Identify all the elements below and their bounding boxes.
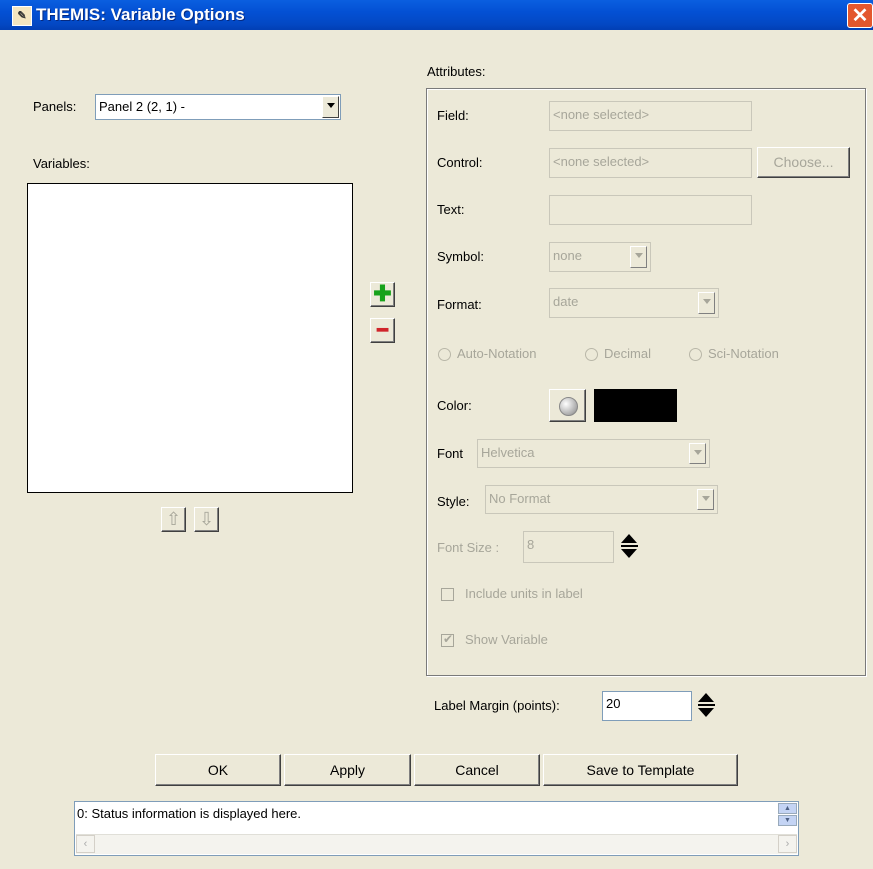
save-to-template-button[interactable]: Save to Template	[543, 754, 738, 786]
window-title: THEMIS: Variable Options	[36, 5, 245, 24]
apply-button[interactable]: Apply	[284, 754, 411, 786]
decimal-radio[interactable]	[585, 348, 598, 361]
format-label: Format:	[437, 297, 482, 312]
font-value: Helvetica	[481, 445, 535, 460]
title-bar[interactable]: ✎ THEMIS: Variable Options ✕	[0, 0, 873, 30]
font-size-input[interactable]: 8	[523, 531, 614, 563]
text-input[interactable]	[549, 195, 752, 225]
move-up-button[interactable]: ⇧	[161, 507, 186, 532]
control-label: Control:	[437, 155, 483, 170]
include-units-checkbox[interactable]	[441, 588, 454, 601]
minus-icon: ━	[377, 320, 388, 340]
color-swatch[interactable]	[594, 389, 677, 422]
spin-down-icon[interactable]	[621, 549, 637, 558]
text-label: Text:	[437, 202, 465, 217]
panels-dropdown[interactable]: Panel 2 (2, 1) -	[95, 94, 341, 120]
style-label: Style:	[437, 494, 470, 509]
chevron-down-icon[interactable]	[697, 489, 714, 510]
include-units-label: Include units in label	[465, 586, 583, 601]
spin-up-icon[interactable]	[698, 693, 714, 702]
move-down-button[interactable]: ⇩	[194, 507, 219, 532]
checkmark-icon: ✔	[443, 632, 454, 646]
symbol-dropdown[interactable]: none	[549, 242, 651, 272]
font-size-label: Font Size :	[437, 540, 500, 555]
font-dropdown[interactable]: Helvetica	[477, 439, 710, 468]
cancel-button[interactable]: Cancel	[414, 754, 540, 786]
spin-down-icon[interactable]	[698, 708, 714, 717]
label-margin-input[interactable]: 20	[602, 691, 692, 721]
choose-button[interactable]: Choose...	[757, 147, 850, 178]
panels-label: Panels:	[33, 99, 77, 114]
panels-selected-value: Panel 2 (2, 1) -	[99, 99, 185, 114]
color-label: Color:	[437, 398, 472, 413]
sci-notation-label: Sci-Notation	[708, 346, 779, 361]
arrow-up-icon: ⇧	[165, 509, 182, 529]
style-value: No Format	[489, 491, 551, 506]
show-variable-checkbox[interactable]: ✔	[441, 632, 454, 647]
symbol-value: none	[553, 248, 582, 263]
variables-listbox[interactable]	[27, 183, 353, 493]
control-input[interactable]: <none selected>	[549, 148, 752, 178]
scroll-down-icon[interactable]: ▼	[778, 815, 797, 826]
field-label: Field:	[437, 108, 469, 123]
format-value: date	[553, 294, 579, 309]
remove-variable-button[interactable]: ━	[370, 318, 395, 343]
close-button[interactable]: ✕	[847, 3, 873, 28]
variable-options-dialog: ✎ THEMIS: Variable Options ✕ Panels: Pan…	[0, 0, 873, 869]
auto-notation-label: Auto-Notation	[457, 346, 537, 361]
auto-notation-radio[interactable]	[438, 348, 451, 361]
symbol-label: Symbol:	[437, 249, 484, 264]
color-wheel-icon	[559, 397, 578, 416]
status-horizontal-scrollbar[interactable]: ‹ ›	[76, 834, 797, 854]
status-box: 0: Status information is displayed here.…	[74, 801, 799, 856]
scroll-right-icon[interactable]: ›	[778, 835, 797, 853]
variables-label: Variables:	[33, 156, 90, 171]
font-size-spinner[interactable]	[621, 532, 638, 562]
color-picker-button[interactable]	[549, 389, 586, 422]
label-margin-label: Label Margin (points):	[434, 698, 560, 713]
sci-notation-radio[interactable]	[689, 348, 702, 361]
scroll-up-icon[interactable]: ▲	[778, 803, 797, 814]
attributes-title: Attributes:	[427, 64, 486, 79]
format-dropdown[interactable]: date	[549, 288, 719, 318]
field-input[interactable]: <none selected>	[549, 101, 752, 131]
add-variable-button[interactable]: ✚	[370, 282, 395, 307]
chevron-down-icon[interactable]	[698, 292, 715, 314]
status-vertical-scrollbar[interactable]: ▲ ▼	[778, 803, 797, 837]
chevron-down-icon[interactable]	[689, 443, 706, 464]
chevron-down-icon[interactable]	[630, 246, 647, 268]
label-margin-spinner[interactable]	[698, 691, 715, 721]
plus-icon: ✚	[373, 281, 392, 306]
style-dropdown[interactable]: No Format	[485, 485, 718, 514]
font-label: Font	[437, 446, 464, 461]
spin-up-icon[interactable]	[621, 534, 637, 543]
arrow-down-icon: ⇩	[198, 509, 215, 529]
status-text: 0: Status information is displayed here.	[77, 806, 302, 821]
themis-app-icon: ✎	[12, 6, 32, 26]
decimal-label: Decimal	[604, 346, 651, 361]
show-variable-label: Show Variable	[465, 632, 548, 647]
chevron-down-icon[interactable]	[322, 96, 339, 118]
scroll-left-icon[interactable]: ‹	[76, 835, 95, 853]
ok-button[interactable]: OK	[155, 754, 281, 786]
